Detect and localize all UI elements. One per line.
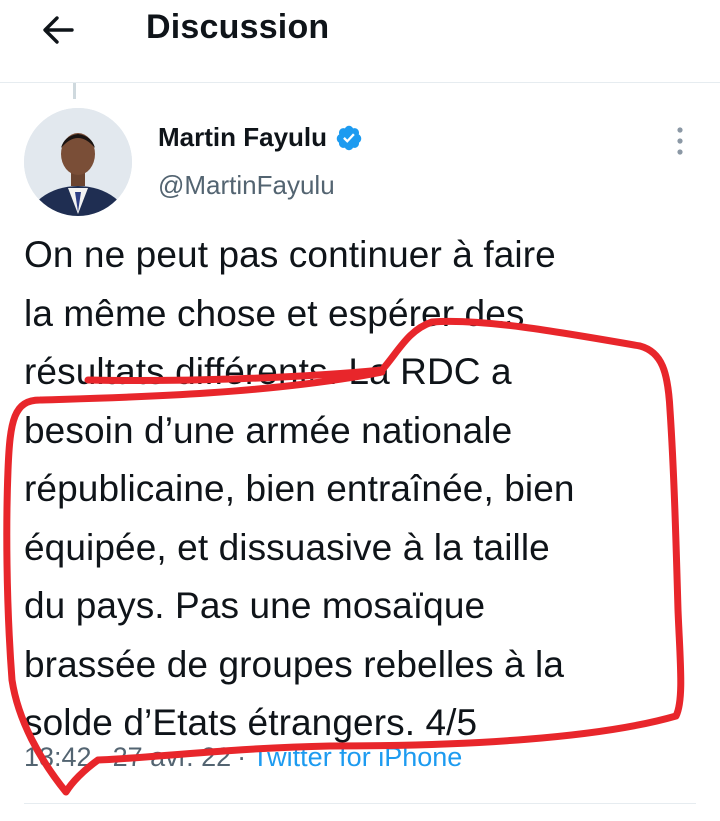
verified-badge-icon [336, 125, 362, 150]
avatar[interactable] [24, 108, 132, 216]
header-divider [0, 82, 720, 83]
back-button[interactable] [36, 8, 80, 52]
profile-photo [24, 108, 132, 216]
tweet-time[interactable]: 13:42 [24, 742, 92, 773]
author-name[interactable]: Martin Fayulu [158, 122, 327, 153]
tweet-text: On ne peut pas continuer à faire la même… [24, 234, 575, 743]
meta-separator: · [97, 742, 107, 772]
more-vertical-icon[interactable] [668, 124, 692, 158]
author-handle[interactable]: @MartinFayulu [158, 170, 335, 201]
thread-connector-line [73, 83, 76, 99]
top-bar: Discussion [0, 0, 720, 82]
arrow-left-icon [43, 16, 74, 44]
bottom-divider [24, 803, 696, 804]
tweet-meta: 13:42 · 27 avr. 22 · Twitter for iPhone [24, 742, 462, 773]
tweet-source-link[interactable]: Twitter for iPhone [252, 742, 462, 773]
page-title: Discussion [146, 8, 330, 46]
author-name-row[interactable]: Martin Fayulu [158, 122, 363, 153]
tweet-date[interactable]: 27 avr. 22 [113, 742, 232, 773]
meta-separator: · [237, 742, 247, 772]
